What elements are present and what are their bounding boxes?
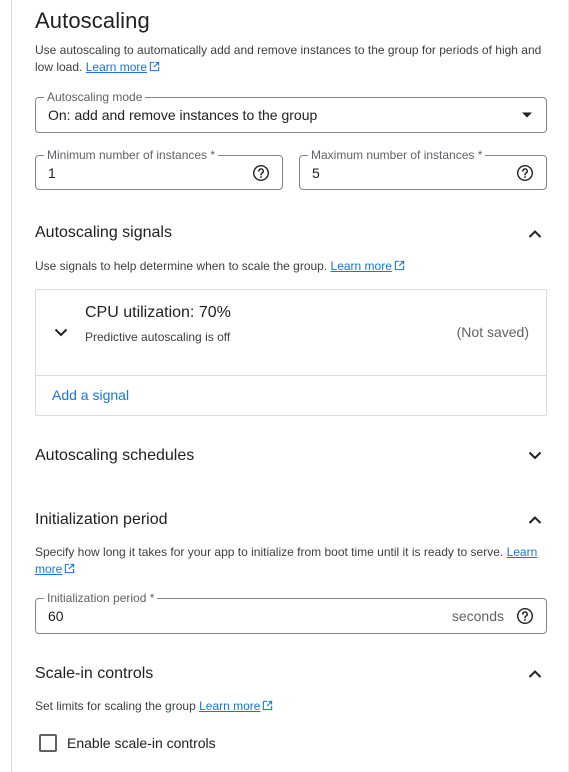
- max-instances-field[interactable]: Maximum number of instances * 5: [299, 148, 547, 190]
- chevron-up-icon[interactable]: [527, 666, 543, 682]
- signals-heading: Autoscaling signals: [35, 224, 172, 241]
- scale-in-description: Set limits for scaling the group Learn m…: [35, 698, 273, 715]
- min-instances-label: Minimum number of instances *: [44, 148, 219, 162]
- scale-in-learn-more-link[interactable]: Learn more: [199, 699, 273, 713]
- external-link-icon: [149, 61, 160, 72]
- scale-in-checkbox-label[interactable]: Enable scale-in controls: [67, 735, 216, 751]
- signal-status: (Not saved): [456, 324, 529, 340]
- help-icon[interactable]: [252, 164, 270, 182]
- init-period-suffix: seconds: [451, 608, 504, 624]
- add-signal-button[interactable]: Add a signal: [52, 387, 129, 403]
- autoscaling-mode-select[interactable]: Autoscaling mode On: add and remove inst…: [35, 90, 547, 133]
- help-icon[interactable]: [516, 164, 534, 182]
- signal-title: CPU utilization: 70%: [85, 304, 231, 321]
- chevron-up-icon[interactable]: [527, 512, 543, 528]
- scale-in-desc-text: Set limits for scaling the group: [35, 699, 196, 713]
- scale-in-heading: Scale-in controls: [35, 665, 154, 682]
- init-period-label: Initialization period *: [44, 591, 158, 605]
- signals-learn-more-link[interactable]: Learn more: [331, 259, 405, 273]
- scale-in-checkbox[interactable]: [39, 734, 57, 752]
- init-desc-text: Specify how long it takes for your app t…: [35, 545, 504, 559]
- intro-description: Use autoscaling to automatically add and…: [35, 42, 550, 76]
- signals-desc-text: Use signals to help determine when to sc…: [35, 259, 328, 273]
- signal-subtitle: Predictive autoscaling is off: [85, 330, 231, 344]
- left-rail: [0, 0, 12, 772]
- max-instances-label: Maximum number of instances *: [308, 148, 486, 162]
- min-instances-value: 1: [48, 164, 56, 181]
- min-instances-field[interactable]: Minimum number of instances * 1: [35, 148, 283, 190]
- autoscaling-mode-label: Autoscaling mode: [44, 90, 146, 104]
- init-period-field[interactable]: Initialization period * 60 seconds: [35, 591, 547, 634]
- help-icon[interactable]: [516, 607, 534, 625]
- intro-learn-more-link[interactable]: Learn more: [86, 60, 160, 74]
- max-instances-value: 5: [312, 164, 320, 181]
- external-link-icon: [263, 700, 273, 711]
- chevron-up-icon[interactable]: [527, 226, 543, 242]
- signal-card: CPU utilization: 70% Predictive autoscal…: [35, 289, 547, 416]
- signals-description: Use signals to help determine when to sc…: [35, 258, 405, 275]
- page-title: Autoscaling: [35, 8, 150, 33]
- chevron-down-icon[interactable]: [53, 324, 69, 340]
- init-period-value: 60: [48, 608, 64, 624]
- external-link-icon: [394, 260, 405, 271]
- schedules-heading: Autoscaling schedules: [35, 447, 195, 464]
- init-description: Specify how long it takes for your app t…: [35, 544, 547, 578]
- external-link-icon: [65, 563, 75, 574]
- init-heading: Initialization period: [35, 511, 168, 528]
- card-divider: [36, 375, 546, 376]
- autoscaling-mode-value: On: add and remove instances to the grou…: [48, 107, 318, 123]
- chevron-down-icon[interactable]: [527, 447, 543, 463]
- dropdown-caret-icon: [522, 112, 532, 118]
